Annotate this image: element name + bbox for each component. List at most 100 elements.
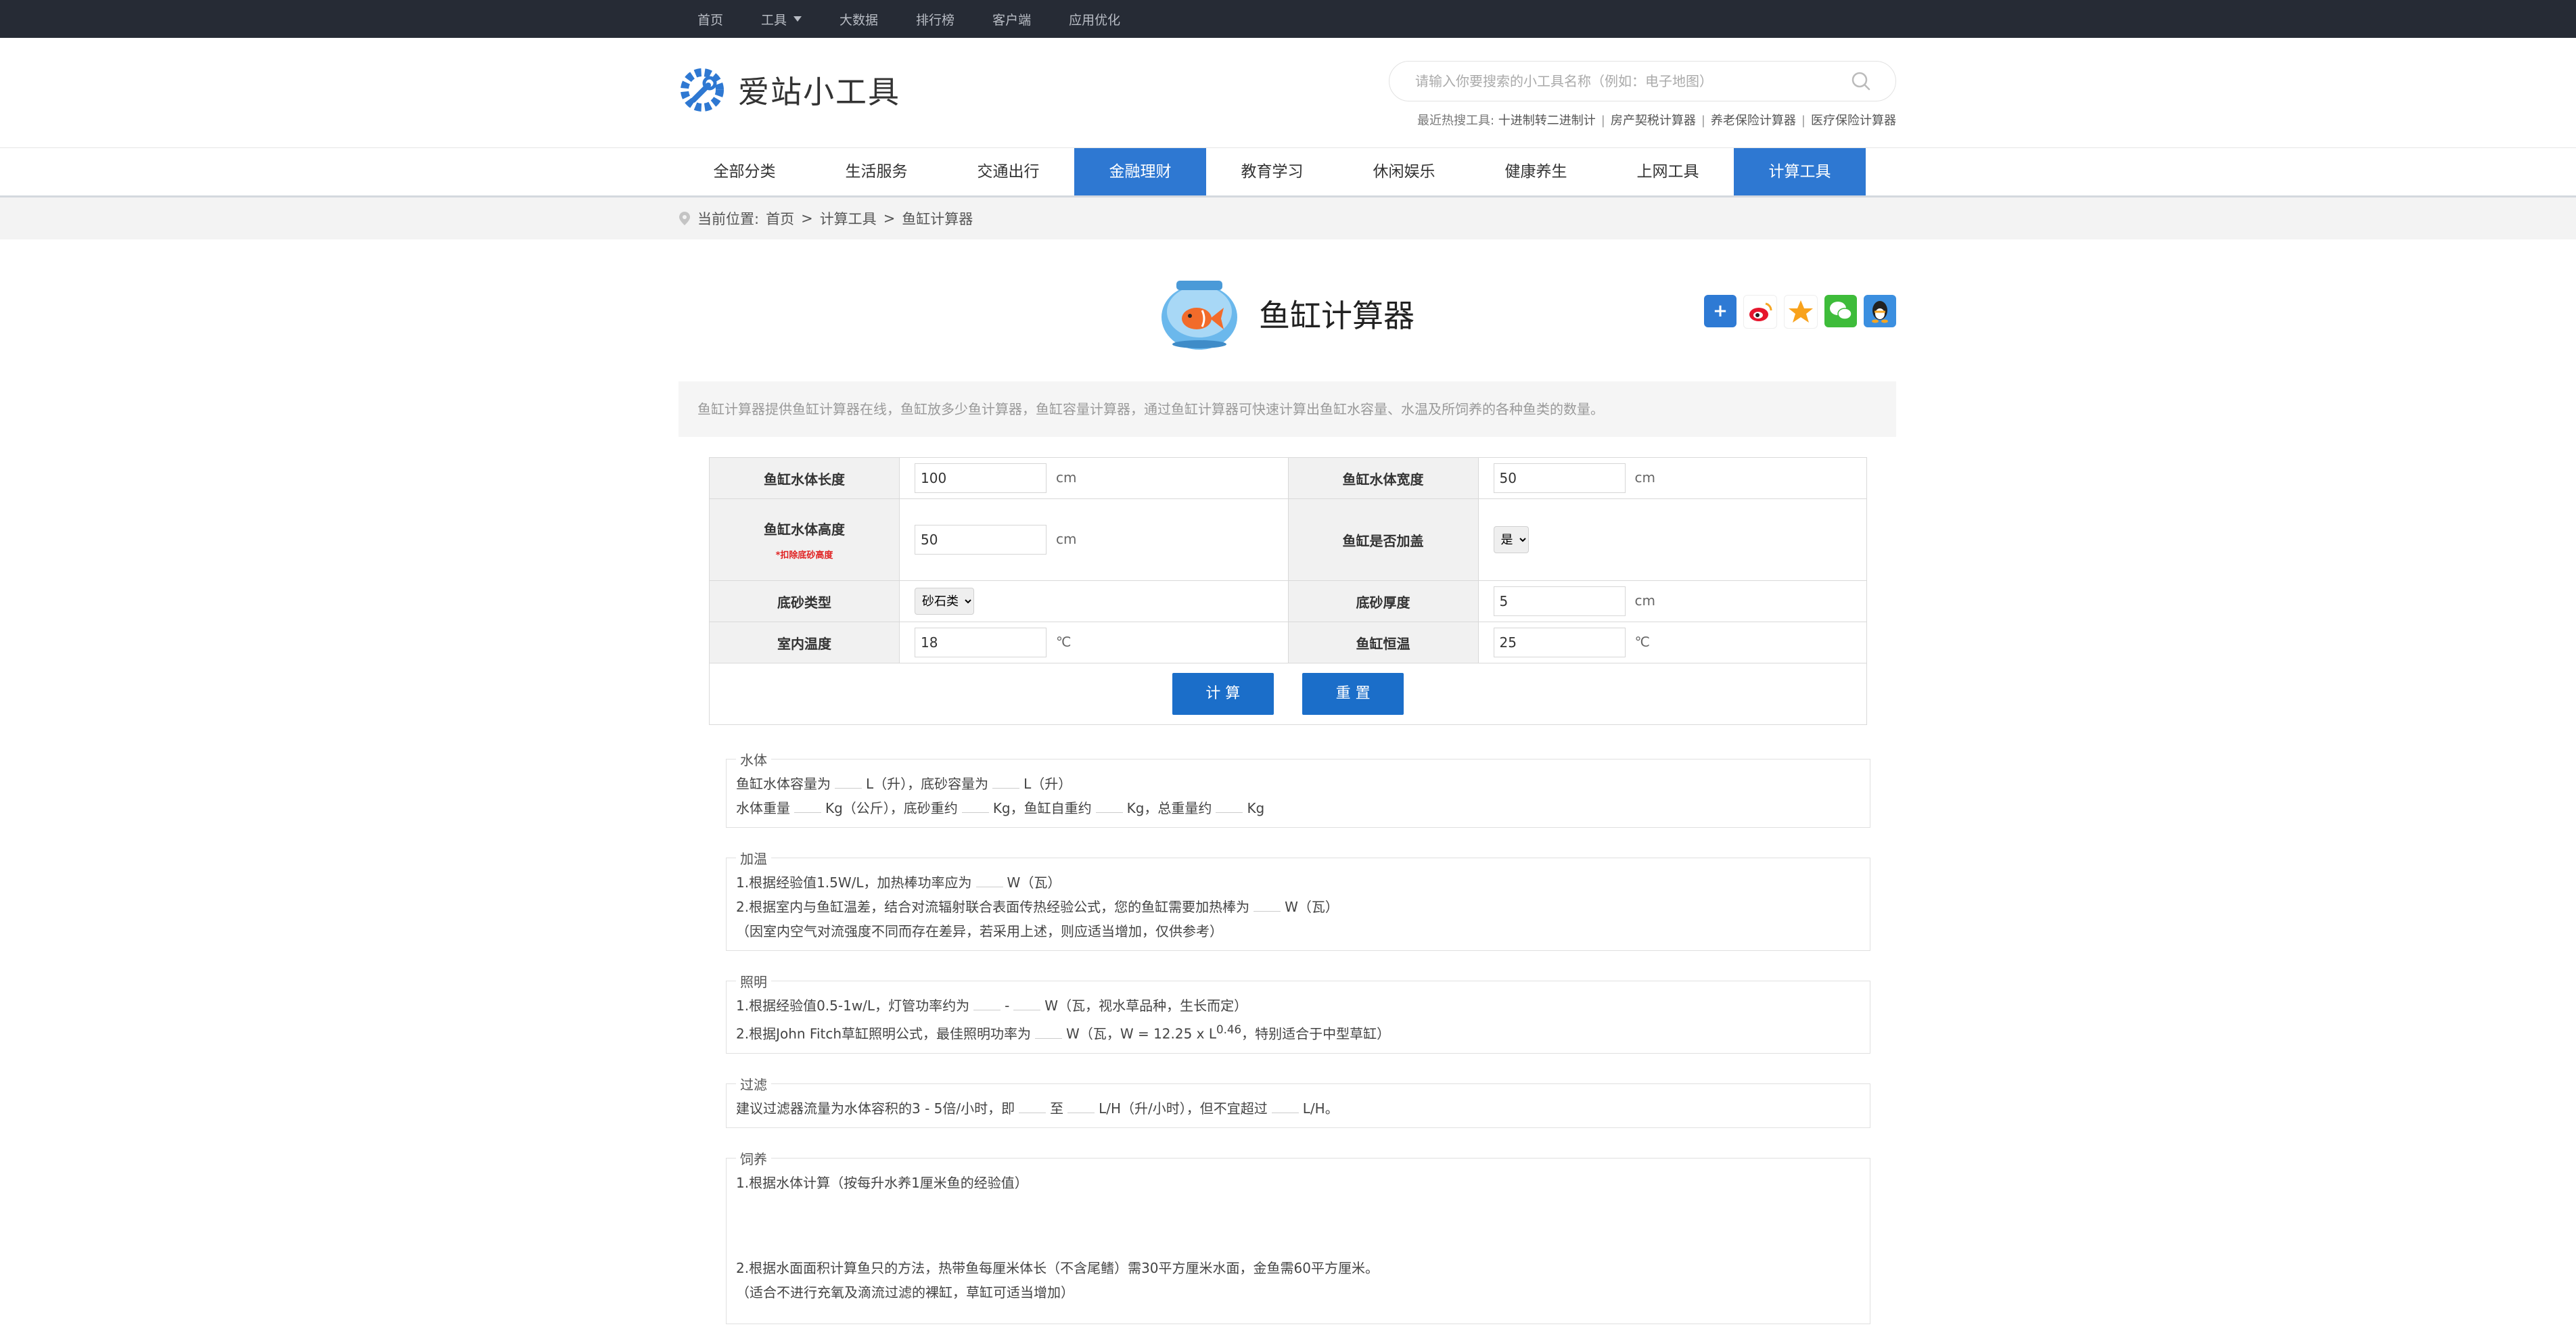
result-value (1019, 1100, 1046, 1113)
result-value (835, 776, 862, 789)
breadcrumb-sep: > (883, 210, 896, 227)
result-text: Kg，总重量约 (1126, 800, 1212, 816)
result-filter-legend: 过滤 (740, 1076, 767, 1093)
result-text: W（瓦） (1007, 874, 1061, 891)
result-heating: 加温 1.根据经验值1.5W/L，加热棒功率应为 W（瓦） 2.根据室内与鱼缸温差… (726, 848, 1870, 951)
topnav-ranking[interactable]: 排行榜 (897, 10, 973, 28)
weibo-icon[interactable] (1743, 295, 1777, 329)
nav-leisure[interactable]: 休闲娱乐 (1338, 148, 1470, 195)
result-text: 建议过滤器流量为水体容积的3 - 5倍/小时，即 (736, 1100, 1015, 1117)
result-text: 至 (1050, 1100, 1064, 1117)
topnav-client[interactable]: 客户端 (973, 10, 1050, 28)
divider: | (1801, 114, 1806, 128)
wechat-icon[interactable] (1824, 295, 1857, 327)
topnav-app-optimize[interactable]: 应用优化 (1050, 10, 1139, 28)
breadcrumb-home[interactable]: 首页 (766, 208, 794, 229)
substrate-thickness-input[interactable] (1493, 586, 1626, 616)
topnav-bigdata[interactable]: 大数据 (821, 10, 897, 28)
substrate-select[interactable]: 砂石类 (915, 588, 974, 615)
result-line: （适合不进行充氧及滴流过滤的裸缸，草缸可适当增加） (736, 1284, 1074, 1301)
reset-button[interactable]: 重 置 (1302, 673, 1404, 715)
breadcrumb-category[interactable]: 计算工具 (820, 208, 877, 229)
result-text: L/H。 (1302, 1100, 1339, 1117)
qzone-star-icon[interactable] (1784, 295, 1818, 329)
calculate-button[interactable]: 计 算 (1172, 673, 1274, 715)
height-label-cell: 鱼缸水体高度 *扣除底砂高度 (709, 498, 900, 581)
result-line: 建议过滤器流量为水体容积的3 - 5倍/小时，即 至 L/H（升/小时），但不宜超过… (736, 1096, 1860, 1121)
result-value (1271, 1100, 1299, 1113)
room-temp-cell: ℃ (899, 622, 1289, 663)
topnav-home[interactable]: 首页 (678, 10, 742, 28)
result-value (1254, 899, 1281, 912)
title-area: 鱼缸计算器 + (678, 239, 1896, 381)
topnav-tools[interactable]: 工具 (742, 10, 821, 28)
width-input[interactable] (1493, 463, 1626, 493)
qq-icon[interactable] (1864, 295, 1896, 327)
calculator-form: 鱼缸水体长度 cm 鱼缸水体宽度 cm 鱼缸水体高度 *扣除底砂高度 cm 鱼缸… (709, 457, 1867, 725)
substrate-thickness-label: 底砂厚度 (1287, 580, 1479, 622)
nav-health[interactable]: 健康养生 (1470, 148, 1602, 195)
height-input[interactable] (915, 525, 1046, 555)
header: 爱站小工具 最近热搜工具: 十进制转二进制计 | 房产契税计算器 | 养老保险计算器 | 医… (678, 38, 1896, 147)
search-input[interactable] (1414, 72, 1851, 90)
result-value (1013, 998, 1041, 1010)
divider: | (1601, 114, 1605, 128)
result-value (1095, 800, 1123, 813)
unit-label: ℃ (1056, 633, 1072, 650)
hot-item[interactable]: 十进制转二进制计 (1498, 114, 1596, 128)
result-line: 1.根据水体计算（按每升水养1厘米鱼的经验值） (736, 1174, 1028, 1191)
room-temp-input[interactable] (915, 628, 1046, 657)
result-text: 1.根据经验值1.5W/L，加热棒功率应为 (736, 874, 972, 891)
result-text: - (1005, 998, 1010, 1014)
length-input[interactable] (915, 463, 1046, 493)
result-feeding: 饲养 1.根据水体计算（按每升水养1厘米鱼的经验值） 2.根据水面面积计算鱼只的… (726, 1148, 1870, 1324)
substrate-label: 底砂类型 (709, 580, 900, 622)
form-row: 鱼缸水体长度 cm 鱼缸水体宽度 cm (709, 457, 1867, 499)
search-icon[interactable] (1851, 71, 1871, 91)
site-logo[interactable]: 爱站小工具 (678, 66, 900, 114)
share-plus-icon[interactable]: + (1704, 295, 1736, 327)
result-line: 1.根据经验值1.5W/L，加热棒功率应为 W（瓦） (736, 870, 1860, 895)
nav-life[interactable]: 生活服务 (810, 148, 942, 195)
length-label: 鱼缸水体长度 (709, 457, 900, 499)
result-text: Kg (1247, 800, 1265, 816)
tank-temp-cell: ℃ (1477, 622, 1867, 663)
page-title: 鱼缸计算器 (1259, 298, 1414, 334)
gear-wrench-icon (681, 68, 724, 112)
result-value (973, 998, 1001, 1010)
cover-cell: 是 (1477, 498, 1867, 581)
hot-item[interactable]: 养老保险计算器 (1711, 114, 1796, 128)
wechat-glyph (1830, 302, 1852, 320)
tank-temp-input[interactable] (1493, 628, 1626, 657)
form-row: 底砂类型 砂石类 底砂厚度 cm (709, 580, 1867, 622)
nav-traffic[interactable]: 交通出行 (942, 148, 1074, 195)
cover-select[interactable]: 是 (1493, 526, 1529, 553)
substrate-cell: 砂石类 (899, 580, 1289, 622)
result-value (794, 800, 821, 813)
height-label: 鱼缸水体高度 (764, 521, 845, 538)
nav-education[interactable]: 教育学习 (1206, 148, 1338, 195)
result-value (1035, 1026, 1063, 1039)
top-nav: 首页 工具 大数据 排行榜 客户端 应用优化 (678, 0, 1896, 38)
nav-all[interactable]: 全部分类 (678, 148, 810, 195)
width-cell: cm (1477, 457, 1867, 499)
nav-finance[interactable]: 金融理财 (1074, 148, 1206, 195)
nav-calculator[interactable]: 计算工具 (1734, 148, 1866, 195)
result-text: Kg（公斤），底砂重约 (825, 800, 958, 816)
result-line: （因室内空气对流强度不同而存在差异，若采用上述，则应适当增加，仅供参考） (736, 923, 1223, 939)
button-cell: 计 算 重 置 (709, 663, 1867, 725)
result-text: W（瓦） (1285, 899, 1339, 915)
result-value (1216, 800, 1243, 813)
room-temp-label: 室内温度 (709, 622, 900, 663)
breadcrumb-bar: 当前位置: 首页 > 计算工具 > 鱼缸计算器 (0, 195, 2576, 239)
result-text: 水体重量 (736, 800, 790, 816)
share-bar: + (1704, 295, 1896, 329)
nav-internet[interactable]: 上网工具 (1602, 148, 1734, 195)
hot-item[interactable]: 房产契税计算器 (1611, 114, 1696, 128)
unit-label: cm (1056, 530, 1077, 547)
hot-item[interactable]: 医疗保险计算器 (1811, 114, 1896, 128)
result-line: 2.根据水面面积计算鱼只的方法，热带鱼每厘米体长（不含尾鳍）需30平方厘米水面，… (736, 1259, 1379, 1276)
